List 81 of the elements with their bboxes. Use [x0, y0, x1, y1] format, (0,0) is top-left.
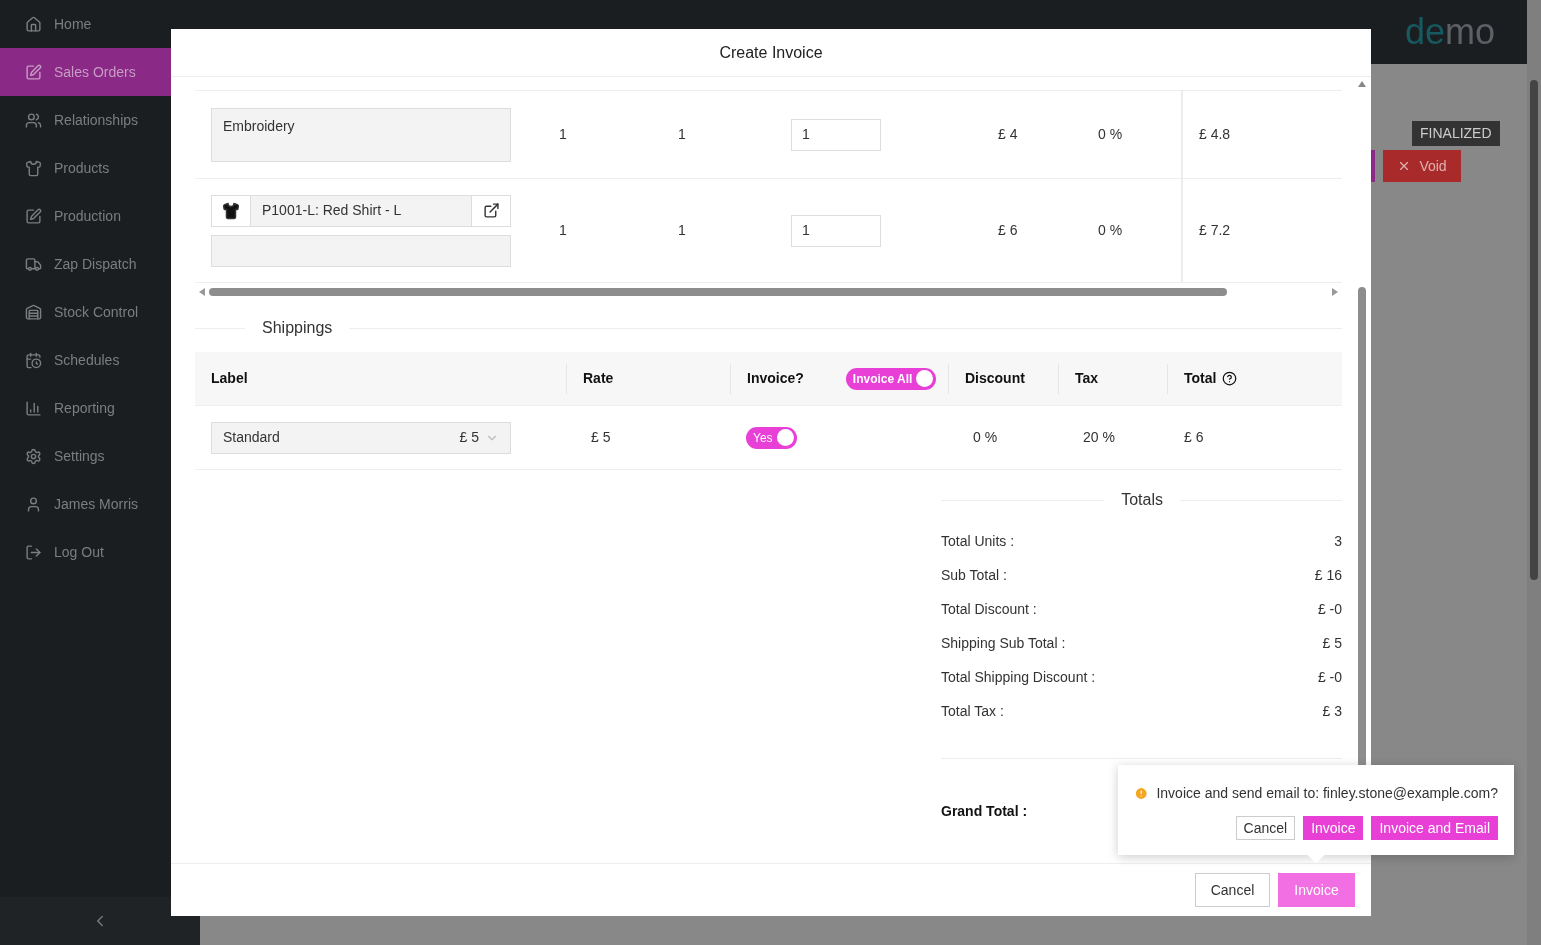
totals-title: Totals: [1120, 490, 1164, 510]
sidebar-item[interactable]: James Morris: [0, 480, 200, 528]
totals-value: £ 16: [1314, 565, 1342, 585]
table-cell: £ 4: [998, 126, 1018, 142]
quantity-field[interactable]: 1: [791, 118, 881, 151]
brand-logo: demo: [1404, 10, 1495, 54]
table-cell: 0 %: [1098, 222, 1123, 238]
table-cell-text: £ 4.8: [1199, 125, 1231, 144]
totals-value: £ -0: [1317, 599, 1342, 619]
table-cell-text: 1: [558, 125, 568, 144]
invoice-button[interactable]: Invoice: [1278, 873, 1355, 907]
shirt-icon: [222, 201, 240, 220]
bar-chart-icon: [25, 399, 42, 417]
table-cell: £ 6: [1184, 429, 1204, 445]
help-icon: [1222, 371, 1238, 386]
home-icon: [25, 15, 42, 33]
column-header: Invoice?: [747, 369, 804, 388]
totals-label: Total Units :: [941, 531, 1015, 551]
totals-value: £ -0: [1317, 667, 1342, 687]
open-link-button[interactable]: [471, 194, 511, 227]
column-header: Discount: [965, 369, 1025, 388]
table-cell-text: 1: [558, 221, 568, 240]
warehouse-icon: [25, 303, 42, 321]
shipping-select[interactable]: Standard £ 5: [211, 421, 511, 454]
grand-total-label: Grand Total :: [941, 801, 1028, 821]
sidebar-item[interactable]: Products: [0, 144, 200, 192]
totals-label: Total Discount :: [941, 599, 1037, 619]
totals-label: Total Shipping Discount :: [941, 667, 1096, 687]
cancel-button[interactable]: Cancel: [1195, 873, 1270, 907]
description-field[interactable]: Embroidery: [211, 107, 511, 162]
table-cell-text: 1: [677, 125, 687, 144]
sidebar-item[interactable]: Relationships: [0, 96, 200, 144]
table-cell: £ 6: [998, 222, 1018, 238]
users-icon: [25, 111, 42, 129]
sidebar-item[interactable]: Settings: [0, 432, 200, 480]
table-cell-text: 1: [677, 221, 687, 240]
totals-value: £ 5: [1322, 633, 1342, 653]
sidebar-item[interactable]: Schedules: [0, 336, 200, 384]
totals-value: 3: [1334, 531, 1342, 551]
external-link-icon: [482, 202, 500, 219]
sidebar-item[interactable]: Reporting: [0, 384, 200, 432]
confirm-message: Invoice and send email to: finley.stone@example.com?: [1156, 784, 1498, 803]
user-icon: [25, 495, 42, 513]
collapse-bar[interactable]: [0, 897, 200, 945]
popconfirm-button[interactable]: Cancel: [1235, 816, 1296, 840]
table-cell: 0 %: [973, 429, 998, 445]
popconfirm-button[interactable]: Invoice: [1303, 816, 1364, 840]
edit-icon: [25, 207, 42, 225]
calendar-icon: [25, 351, 42, 369]
dialog-title: Create Invoice: [171, 29, 1371, 77]
column-header: Tax: [1075, 369, 1099, 388]
totals-label: Shipping Sub Total :: [941, 633, 1066, 653]
table-cell: £ 5: [591, 429, 611, 445]
sidebar-item[interactable]: Zap Dispatch: [0, 240, 200, 288]
product-field[interactable]: P1001-L: Red Shirt - L: [251, 194, 471, 227]
edit-icon: [25, 63, 42, 81]
warning-icon: [1134, 786, 1149, 801]
popconfirm-button[interactable]: Invoice and Email: [1371, 816, 1498, 840]
column-header: Total: [1184, 369, 1217, 388]
void-button[interactable]: Void: [1383, 150, 1461, 182]
column-header: Label: [211, 369, 248, 388]
table-cell: 20 %: [1083, 429, 1115, 445]
description-field[interactable]: [211, 234, 511, 267]
settings-icon: [25, 447, 42, 465]
status-badge: FINALIZED: [1412, 121, 1500, 146]
sidebar-item[interactable]: Production: [0, 192, 200, 240]
shirt-icon: [25, 159, 42, 177]
sidebar-item[interactable]: Stock Control: [0, 288, 200, 336]
toggle-switch[interactable]: Yes: [746, 426, 797, 449]
section-title: Shippings: [261, 318, 334, 338]
table-cell: 0 %: [1098, 126, 1123, 142]
table-cell-text: £ 7.2: [1199, 221, 1231, 240]
totals-label: Sub Total :: [941, 565, 1007, 585]
sidebar-item[interactable]: Log Out: [0, 528, 200, 576]
truck-icon: [25, 255, 42, 273]
totals-label: Total Tax :: [941, 701, 1004, 721]
quantity-field[interactable]: 1: [791, 214, 881, 247]
toggle-switch[interactable]: Invoice All: [845, 367, 937, 390]
column-header: Rate: [583, 369, 614, 388]
totals-value: £ 3: [1322, 701, 1342, 721]
logout-icon: [25, 543, 42, 561]
